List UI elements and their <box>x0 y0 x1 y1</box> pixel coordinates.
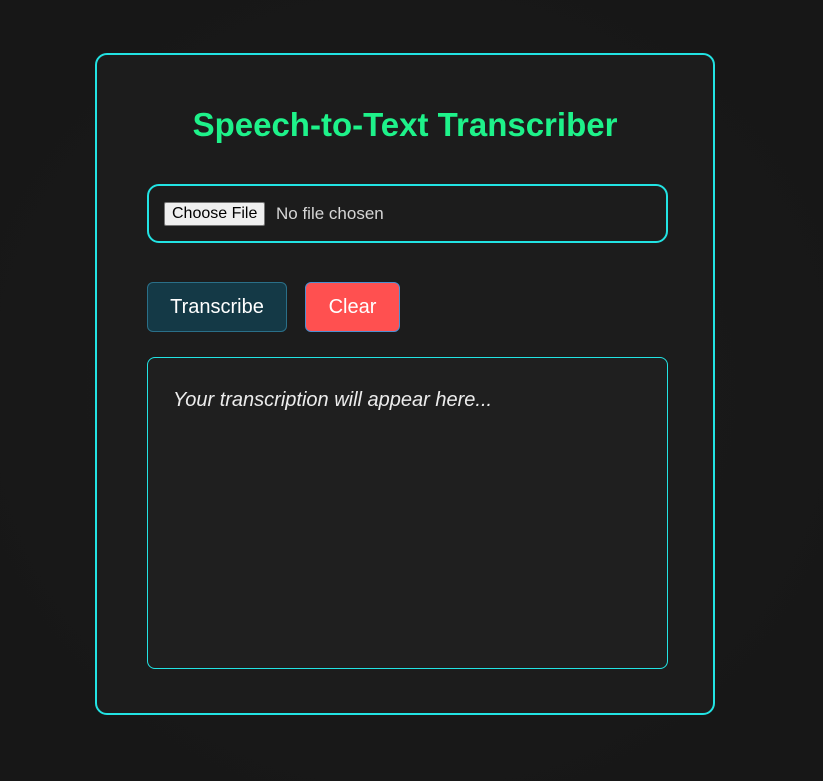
page-title: Speech-to-Text Transcriber <box>192 106 618 143</box>
page: Speech-to-Text Transcriber Choose File N… <box>0 0 823 781</box>
transcription-placeholder: Your transcription will appear here... <box>173 389 493 411</box>
transcriber-card: Speech-to-Text Transcriber Choose File N… <box>95 53 715 715</box>
transcription-output[interactable]: Your transcription will appear here... <box>147 357 668 669</box>
transcribe-button[interactable]: Transcribe <box>147 282 287 332</box>
clear-button[interactable]: Clear <box>305 282 400 332</box>
file-upload-field[interactable]: Choose File No file chosen <box>147 184 668 243</box>
choose-file-button[interactable]: Choose File <box>164 202 266 226</box>
file-status-text: No file chosen <box>276 204 384 223</box>
